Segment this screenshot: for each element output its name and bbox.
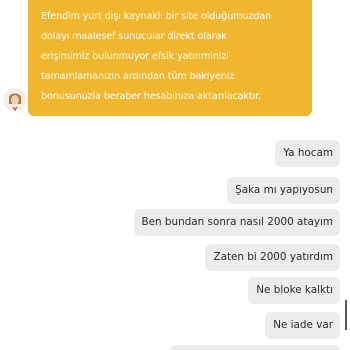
- agent-message-bubble: Efendim yurt dışı kaynaklı bir site oldu…: [28, 0, 312, 116]
- user-message-bubble: Zaten bi 2000 yatırdım: [205, 244, 340, 271]
- agent-message-line: bonusunuzla beraber hesabınıza aktarılac…: [41, 91, 261, 102]
- agent-avatar-icon: [3, 88, 27, 112]
- scrollbar-thumb[interactable]: [345, 300, 347, 330]
- user-message-bubble: Ya hocam: [275, 140, 340, 167]
- user-message-bubble-partial: [170, 345, 340, 350]
- user-message-bubble: Ne bloke kalktı: [248, 277, 340, 304]
- agent-message-line: dolayı maalesef sunucular direkt olarak: [41, 31, 227, 42]
- user-message-bubble: Ben bundan sonra nasıl 2000 atayım: [133, 209, 340, 236]
- user-message-bubble: Ne iade var: [265, 312, 340, 339]
- agent-message-line: Efendim yurt dışı kaynaklı bir site oldu…: [41, 11, 272, 22]
- chat-conversation: Efendim yurt dışı kaynaklı bir site oldu…: [0, 0, 350, 350]
- agent-message-line: erişimimiz bulunmuyor efsik yatırıminizi: [41, 51, 229, 62]
- agent-avatar: [3, 88, 27, 112]
- agent-message-line: tamamlamanızın ardından tüm bakiyeniz: [41, 71, 235, 82]
- user-message-bubble: Şaka mı yapıyosun: [227, 177, 340, 204]
